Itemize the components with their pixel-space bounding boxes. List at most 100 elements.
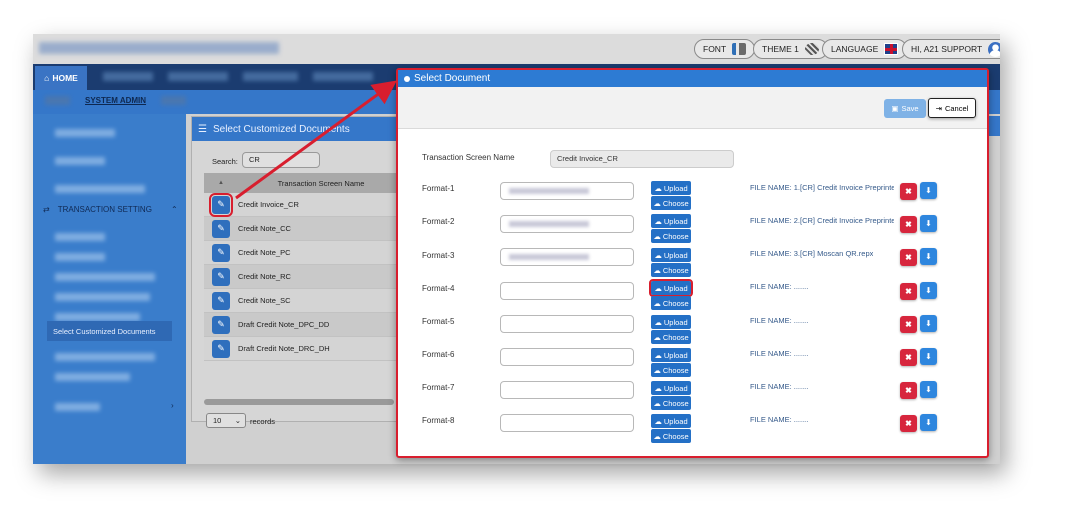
sidebar-item[interactable] (33, 176, 186, 202)
format-file-input[interactable] (500, 282, 634, 300)
sidebar-item[interactable] (33, 120, 186, 146)
format-file-input[interactable] (500, 248, 634, 266)
table-row[interactable]: ✎ Credit Note_SC (204, 289, 404, 313)
download-icon[interactable]: ⬇ (920, 381, 937, 398)
theme-button[interactable]: THEME 1 (753, 39, 828, 59)
sidebar-item[interactable] (33, 148, 186, 174)
format-label: Format-2 (422, 217, 455, 226)
row-name: Credit Invoice_CR (238, 200, 299, 209)
font-button[interactable]: FONT (694, 39, 756, 59)
sidebar-subitem[interactable] (33, 364, 186, 390)
horizontal-scrollbar[interactable] (204, 399, 394, 405)
search-input[interactable]: CR (242, 152, 320, 168)
edit-icon[interactable]: ✎ (212, 339, 230, 358)
upload-button[interactable]: ☁ Upload (649, 279, 693, 297)
choose-button[interactable]: ☁ Choose (651, 229, 691, 243)
table-row[interactable]: ✎ Credit Note_PC (204, 241, 404, 265)
nav-tab-blurred[interactable] (243, 72, 298, 81)
save-button[interactable]: ▣ Save (884, 99, 926, 118)
file-name: FILE NAME: ....... (750, 382, 809, 391)
file-name: FILE NAME: 1.[CR] Credit Invoice Preprin… (750, 183, 894, 192)
panel-header: ☰ Select Customized Documents (192, 117, 400, 141)
download-icon[interactable]: ⬇ (920, 414, 937, 431)
upload-button[interactable]: ☁ Upload (651, 315, 691, 329)
choose-label: Choose (662, 365, 689, 375)
home-tab[interactable]: ⌂ HOME (35, 66, 87, 90)
nav-tab-blurred[interactable] (168, 72, 228, 81)
language-button[interactable]: LANGUAGE (822, 39, 908, 59)
nav-tab-blurred[interactable] (313, 72, 373, 81)
format-file-input[interactable] (500, 215, 634, 233)
cloud-upload-icon: ☁ (654, 317, 662, 327)
format-file-input[interactable] (500, 348, 634, 366)
format-label: Format-5 (422, 317, 455, 326)
table-row[interactable]: ✎ Draft Credit Note_DRC_DH (204, 337, 404, 361)
upload-button[interactable]: ☁ Upload (651, 381, 691, 395)
cloud-icon: ☁ (653, 332, 661, 342)
table-row[interactable]: ✎ Credit Note_RC (204, 265, 404, 289)
download-icon[interactable]: ⬇ (920, 315, 937, 332)
delete-icon[interactable]: ✖ (900, 249, 917, 266)
edit-icon[interactable]: ✎ (212, 243, 230, 262)
modal-toolbar: ▣ Save ⇥ Cancel (398, 87, 987, 129)
sub-nav-blurred[interactable] (45, 96, 70, 105)
sort-icon[interactable]: ▲ (204, 180, 238, 186)
choose-button[interactable]: ☁ Choose (651, 196, 691, 210)
cancel-label: Cancel (944, 103, 969, 113)
download-icon[interactable]: ⬇ (920, 248, 937, 265)
table-row[interactable]: ✎ Credit Note_CC (204, 217, 404, 241)
row-name: Draft Credit Note_DPC_DD (238, 320, 330, 329)
delete-icon[interactable]: ✖ (900, 283, 917, 300)
choose-button[interactable]: ☁ Choose (651, 296, 691, 310)
cloud-icon: ☁ (653, 431, 661, 441)
download-icon[interactable]: ⬇ (920, 348, 937, 365)
nav-tab-blurred[interactable] (103, 72, 153, 81)
sidebar-item-select-customized-documents[interactable]: Select Customized Documents (47, 321, 172, 341)
format-file-input[interactable] (500, 414, 634, 432)
choose-button[interactable]: ☁ Choose (651, 396, 691, 410)
cancel-button[interactable]: ⇥ Cancel (928, 98, 976, 118)
upload-button[interactable]: ☁ Upload (651, 181, 691, 195)
download-icon[interactable]: ⬇ (920, 282, 937, 299)
user-menu-button[interactable]: HI, A21 SUPPORT (902, 39, 1000, 59)
upload-label: Upload (663, 383, 688, 393)
upload-button[interactable]: ☁ Upload (651, 348, 691, 362)
choose-button[interactable]: ☁ Choose (651, 363, 691, 377)
upload-button[interactable]: ☁ Upload (651, 414, 691, 428)
page-size-value: 10 (213, 416, 222, 425)
delete-icon[interactable]: ✖ (900, 349, 917, 366)
format-label: Format-4 (422, 284, 455, 293)
table-row[interactable]: ✎ Credit Invoice_CR (204, 192, 404, 217)
edit-icon[interactable]: ✎ (212, 219, 230, 238)
sidebar-section-transaction[interactable]: ⇄ TRANSACTION SETTING (43, 205, 152, 214)
format-label: Format-7 (422, 383, 455, 392)
sub-nav-blurred[interactable] (161, 96, 186, 105)
column-header[interactable]: Transaction Screen Name (238, 179, 404, 188)
edit-icon[interactable]: ✎ (212, 291, 230, 310)
download-icon[interactable]: ⬇ (920, 182, 937, 199)
format-label: Format-6 (422, 350, 455, 359)
delete-icon[interactable]: ✖ (900, 216, 917, 233)
sidebar-item[interactable] (33, 394, 186, 420)
delete-icon[interactable]: ✖ (900, 415, 917, 432)
format-file-input[interactable] (500, 315, 634, 333)
choose-button[interactable]: ☁ Choose (651, 429, 691, 443)
page-size-select[interactable]: 10 ⌄ (206, 413, 246, 428)
system-admin-link[interactable]: SYSTEM ADMIN (85, 96, 146, 105)
edit-icon[interactable]: ✎ (212, 267, 230, 286)
edit-icon[interactable]: ✎ (212, 315, 230, 334)
delete-icon[interactable]: ✖ (900, 316, 917, 333)
choose-button[interactable]: ☁ Choose (651, 330, 691, 344)
edit-icon[interactable]: ✎ (209, 192, 233, 217)
delete-icon[interactable]: ✖ (900, 382, 917, 399)
menu-icon: ☰ (198, 123, 207, 135)
format-file-input[interactable] (500, 182, 634, 200)
format-file-input[interactable] (500, 381, 634, 399)
upload-button[interactable]: ☁ Upload (651, 214, 691, 228)
upload-label: Upload (663, 317, 688, 327)
delete-icon[interactable]: ✖ (900, 183, 917, 200)
upload-button[interactable]: ☁ Upload (651, 248, 691, 262)
download-icon[interactable]: ⬇ (920, 215, 937, 232)
choose-button[interactable]: ☁ Choose (651, 263, 691, 277)
table-row[interactable]: ✎ Draft Credit Note_DPC_DD (204, 313, 404, 337)
